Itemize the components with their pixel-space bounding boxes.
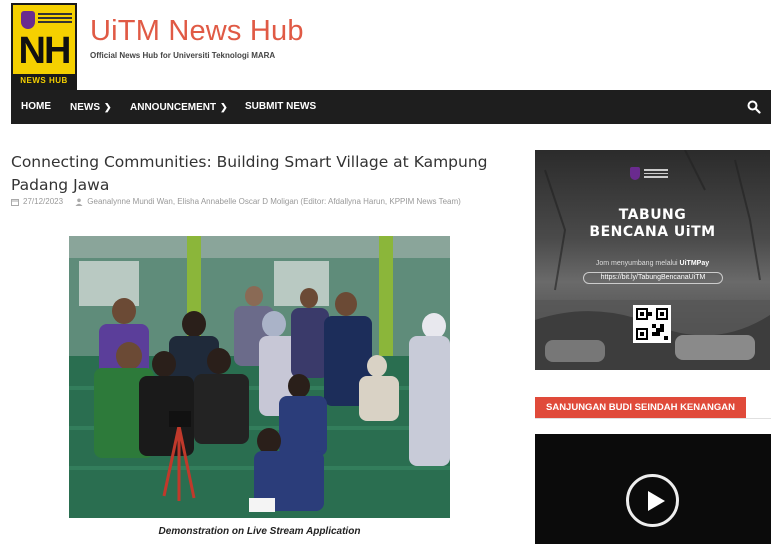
banner-sub-prefix: Jom menyumbang melalui: [595, 260, 680, 267]
logo-band: NEWS HUB: [13, 74, 75, 88]
video-player[interactable]: [535, 434, 771, 544]
section-divider: [535, 418, 771, 419]
article-meta: 27/12/2023 Geanalynne Mundi Wan, Elisha …: [11, 197, 461, 206]
article-photo[interactable]: [69, 236, 450, 518]
user-icon: [75, 198, 83, 206]
nav-item-submit-news[interactable]: SUBMIT NEWS: [245, 90, 316, 124]
article-authors: Geanalynne Mundi Wan, Elisha Annabelle O…: [87, 197, 461, 206]
site-tagline: Official News Hub for Universiti Teknolo…: [90, 51, 276, 60]
play-icon[interactable]: [626, 474, 679, 527]
banner-sub-bold: UiTMPay: [679, 260, 710, 267]
article-title: Connecting Communities: Building Smart V…: [11, 153, 488, 194]
uitm-crest-icon: [630, 167, 640, 180]
calendar-icon: [11, 198, 19, 206]
chevron-right-icon: ❯: [104, 102, 112, 112]
nav-item-announcement[interactable]: ANNOUNCEMENT ❯: [130, 90, 228, 124]
crest-lettering: [644, 169, 668, 180]
section-heading: SANJUNGAN BUDI SEINDAH KENANGAN: [535, 397, 746, 418]
banner-subtitle: Jom menyumbang melalui UiTMPay: [535, 260, 770, 267]
crest-lettering: [38, 13, 72, 27]
logo-monogram: NH: [18, 30, 72, 72]
banner-link[interactable]: https://bit.ly/TabungBencanaUiTM: [583, 272, 723, 284]
photo-caption: Demonstration on Live Stream Application: [158, 526, 361, 537]
site-title[interactable]: UiTM News Hub: [90, 15, 304, 48]
qr-code-icon: [633, 305, 671, 343]
nav-item-news[interactable]: NEWS ❯: [70, 90, 112, 124]
nav-label: SUBMIT NEWS: [245, 101, 317, 112]
tabung-bencana-banner[interactable]: TABUNG BENCANA UiTM Jom menyumbang melal…: [535, 150, 770, 370]
chevron-right-icon: ❯: [220, 102, 228, 112]
search-icon[interactable]: [747, 100, 761, 114]
nav-label: NEWS: [70, 102, 100, 113]
nav-label: ANNOUNCEMENT: [130, 102, 217, 113]
site-logo[interactable]: NH NEWS HUB: [11, 3, 77, 90]
main-nav: HOME NEWS ❯ ANNOUNCEMENT ❯ SUBMIT NEWS: [11, 90, 771, 124]
nav-label: HOME: [21, 101, 51, 112]
nav-item-home[interactable]: HOME: [21, 90, 51, 124]
banner-title: TABUNG BENCANA UiTM: [535, 207, 770, 241]
banner-title-line2: BENCANA UiTM: [589, 224, 716, 240]
uitm-crest-icon: [21, 11, 35, 29]
article-date: 27/12/2023: [23, 197, 64, 206]
banner-title-line1: TABUNG: [618, 207, 687, 223]
